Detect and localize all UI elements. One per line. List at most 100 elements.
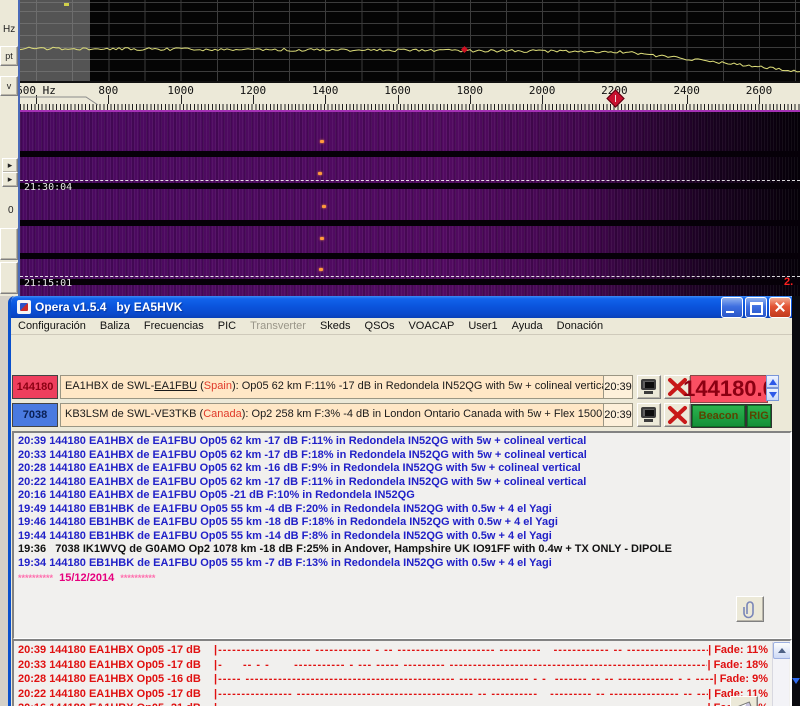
major-tick	[325, 95, 326, 104]
menu-item[interactable]: Skeds	[313, 320, 358, 332]
menu-item[interactable]: Configuración	[11, 320, 93, 332]
zero-label: 0	[8, 205, 14, 216]
red-x-icon	[666, 405, 689, 425]
major-tick	[398, 95, 399, 104]
decode-log-line: 19:46 144180 EB1HBK de EA1FBU Op05 55 km…	[14, 516, 790, 530]
menu-item[interactable]: User1	[461, 320, 504, 332]
menu-item[interactable]: Baliza	[93, 320, 137, 332]
major-tick	[181, 95, 182, 104]
row2-delete-button[interactable]	[664, 403, 691, 427]
spin-down-button[interactable]	[766, 388, 779, 401]
maximize-button[interactable]	[745, 297, 767, 318]
row2-monitor-button[interactable]	[637, 403, 661, 427]
side-button-2[interactable]	[0, 262, 18, 294]
decode-log-line: 19:44 144180 EB1HBK de EA1FBU Op05 55 km…	[14, 530, 790, 544]
menu-item[interactable]: Ayuda	[505, 320, 550, 332]
fade-report-panel[interactable]: 20:39 144180 EA1HBX Op05 -17 dB |-------…	[12, 639, 792, 706]
waterfall-gap-band	[20, 253, 800, 259]
rig-button[interactable]: RIG	[747, 405, 771, 427]
band-badge-7038[interactable]: 7038	[12, 403, 58, 427]
paperclip-icon	[740, 599, 760, 619]
up-arrow-icon	[769, 379, 777, 385]
major-tick	[470, 95, 471, 104]
menu-item[interactable]: Transverter	[243, 320, 313, 332]
fade-line-station: 20:39 144180 EA1HBX Op05 -17 dB	[18, 643, 214, 658]
eraser-icon	[735, 701, 754, 706]
fade-report-line: 20:39 144180 EA1HBX Op05 -17 dB |-------…	[14, 643, 770, 658]
side-button-1[interactable]	[0, 228, 18, 260]
corner-text-fragment: 2.	[784, 276, 793, 288]
decode-log-panel[interactable]: 20:39 144180 EA1HBX de EA1FBU Op05 62 km…	[12, 431, 792, 640]
spin-right-button[interactable]: ▸	[2, 158, 18, 173]
decode-log-lines: 20:39 144180 EA1HBX de EA1FBU Op05 62 km…	[14, 433, 790, 570]
attach-button[interactable]	[736, 596, 764, 622]
date-stars: **********	[120, 573, 155, 583]
signal-dot	[320, 237, 324, 240]
decode-log-line: 19:36 7038 IK1WVQ de G0AMO Op2 1078 km -…	[14, 543, 790, 557]
major-tick	[687, 95, 688, 104]
spin-up-button[interactable]	[766, 375, 779, 388]
signal-dot	[319, 268, 323, 271]
background-app-left-panel: Hz pt v ▸ ▸ 0	[0, 0, 20, 296]
frequency-display[interactable]: 144180.0	[690, 375, 768, 403]
opt-button-fragment[interactable]: pt	[0, 46, 18, 66]
waterfall-top-line	[20, 110, 800, 112]
waterfall-gap-band	[20, 151, 800, 157]
decode-log-line: 20:16 144180 EA1HBX de EA1FBU Op05 -21 d…	[14, 489, 790, 503]
waterfall-gap-band	[20, 220, 800, 226]
clear-button[interactable]	[730, 696, 758, 706]
time-marker-line	[20, 180, 800, 181]
fade-line-bars: |------------------------------- ------ …	[214, 701, 707, 706]
menu-item[interactable]: VOACAP	[401, 320, 461, 332]
row1-callsign[interactable]: EA1FBU	[154, 380, 197, 392]
waterfall-timestamp: 21:30:04	[24, 182, 72, 193]
time-marker-line	[20, 276, 800, 277]
decode-log-line: 19:34 144180 EB1HBK de EA1FBU Op05 55 km…	[14, 557, 790, 571]
row1-time: 20:39	[603, 375, 633, 399]
band-edge-bracket	[20, 83, 140, 112]
log-date-row: ********** 15/12/2014 **********	[14, 570, 790, 586]
signal-dot	[322, 205, 326, 208]
minimize-button[interactable]	[721, 297, 743, 318]
spin-right-button2[interactable]: ▸	[2, 172, 18, 187]
waterfall-noise	[20, 110, 800, 296]
menu-item[interactable]: PIC	[211, 320, 243, 332]
major-tick	[759, 95, 760, 104]
down-arrow-icon	[769, 392, 777, 398]
scroll-up-button[interactable]	[773, 642, 791, 659]
fade-panel-scrollbar[interactable]	[772, 642, 789, 706]
menu-item[interactable]: Frecuencias	[137, 320, 211, 332]
window-content: 144180 EA1HBX de SWL-EA1FBU (Spain): Op0…	[11, 335, 795, 706]
waterfall-gap-band	[20, 279, 800, 285]
fade-line-percent: | Fade: 18%	[707, 658, 770, 673]
close-button[interactable]	[769, 297, 791, 318]
decode-log-line: 19:49 144180 EB1HBK de EA1FBU Op05 55 km…	[14, 503, 790, 517]
fade-report-line: 20:16 144180 EA1HBX Op05 -21 dB |-------…	[14, 701, 770, 706]
background-scroll-chevron	[792, 678, 800, 684]
row2-rest: ): Op2 258 km F:3% -4 dB in London Ontar…	[242, 408, 607, 420]
decode-log-line: 20:22 144180 EA1HBX de EA1FBU Op05 62 km…	[14, 476, 790, 490]
band-badge-144180[interactable]: 144180	[12, 375, 58, 399]
fade-line-bars: |- -- - - ----------- - --- ----- ------…	[214, 658, 707, 673]
menu-bar: ConfiguraciónBalizaFrecuenciasPICTransve…	[11, 318, 795, 335]
fade-report-line: 20:22 144180 EA1HBX Op05 -17 dB |-------…	[14, 687, 770, 702]
monitor-icon	[641, 407, 656, 418]
signal-dot	[320, 140, 324, 143]
fade-report-line: 20:28 144180 EA1HBX Op05 -16 dB |----- -…	[14, 672, 770, 687]
row1-monitor-button[interactable]	[637, 375, 661, 399]
frequency-ruler[interactable]: 600 Hz8001000120014001600180020002200240…	[20, 81, 800, 112]
fade-line-bars: |-------------------- ------------ - -- …	[214, 643, 708, 658]
signal-dot	[318, 172, 322, 175]
spectrum-scope[interactable]	[20, 0, 800, 81]
beacon-button[interactable]: Beacon	[692, 405, 745, 427]
decode-log-line: 20:33 144180 EA1HBX de EA1FBU Op05 62 km…	[14, 449, 790, 463]
title-bar[interactable]: Opera v1.5.4 by EA5HVK	[11, 296, 795, 318]
v-button-fragment[interactable]: v	[0, 76, 18, 96]
opera-window: Opera v1.5.4 by EA5HVK ConfiguraciónBali…	[8, 296, 798, 706]
menu-item[interactable]: QSOs	[358, 320, 402, 332]
fade-line-percent: | Fade: 9%	[714, 672, 770, 687]
date-value: 15/12/2014	[53, 572, 120, 584]
waterfall-display[interactable]: 21:30:04 21:15:01 2.	[20, 110, 800, 296]
frequency-spinner[interactable]	[766, 375, 779, 401]
menu-item[interactable]: Donación	[550, 320, 610, 332]
